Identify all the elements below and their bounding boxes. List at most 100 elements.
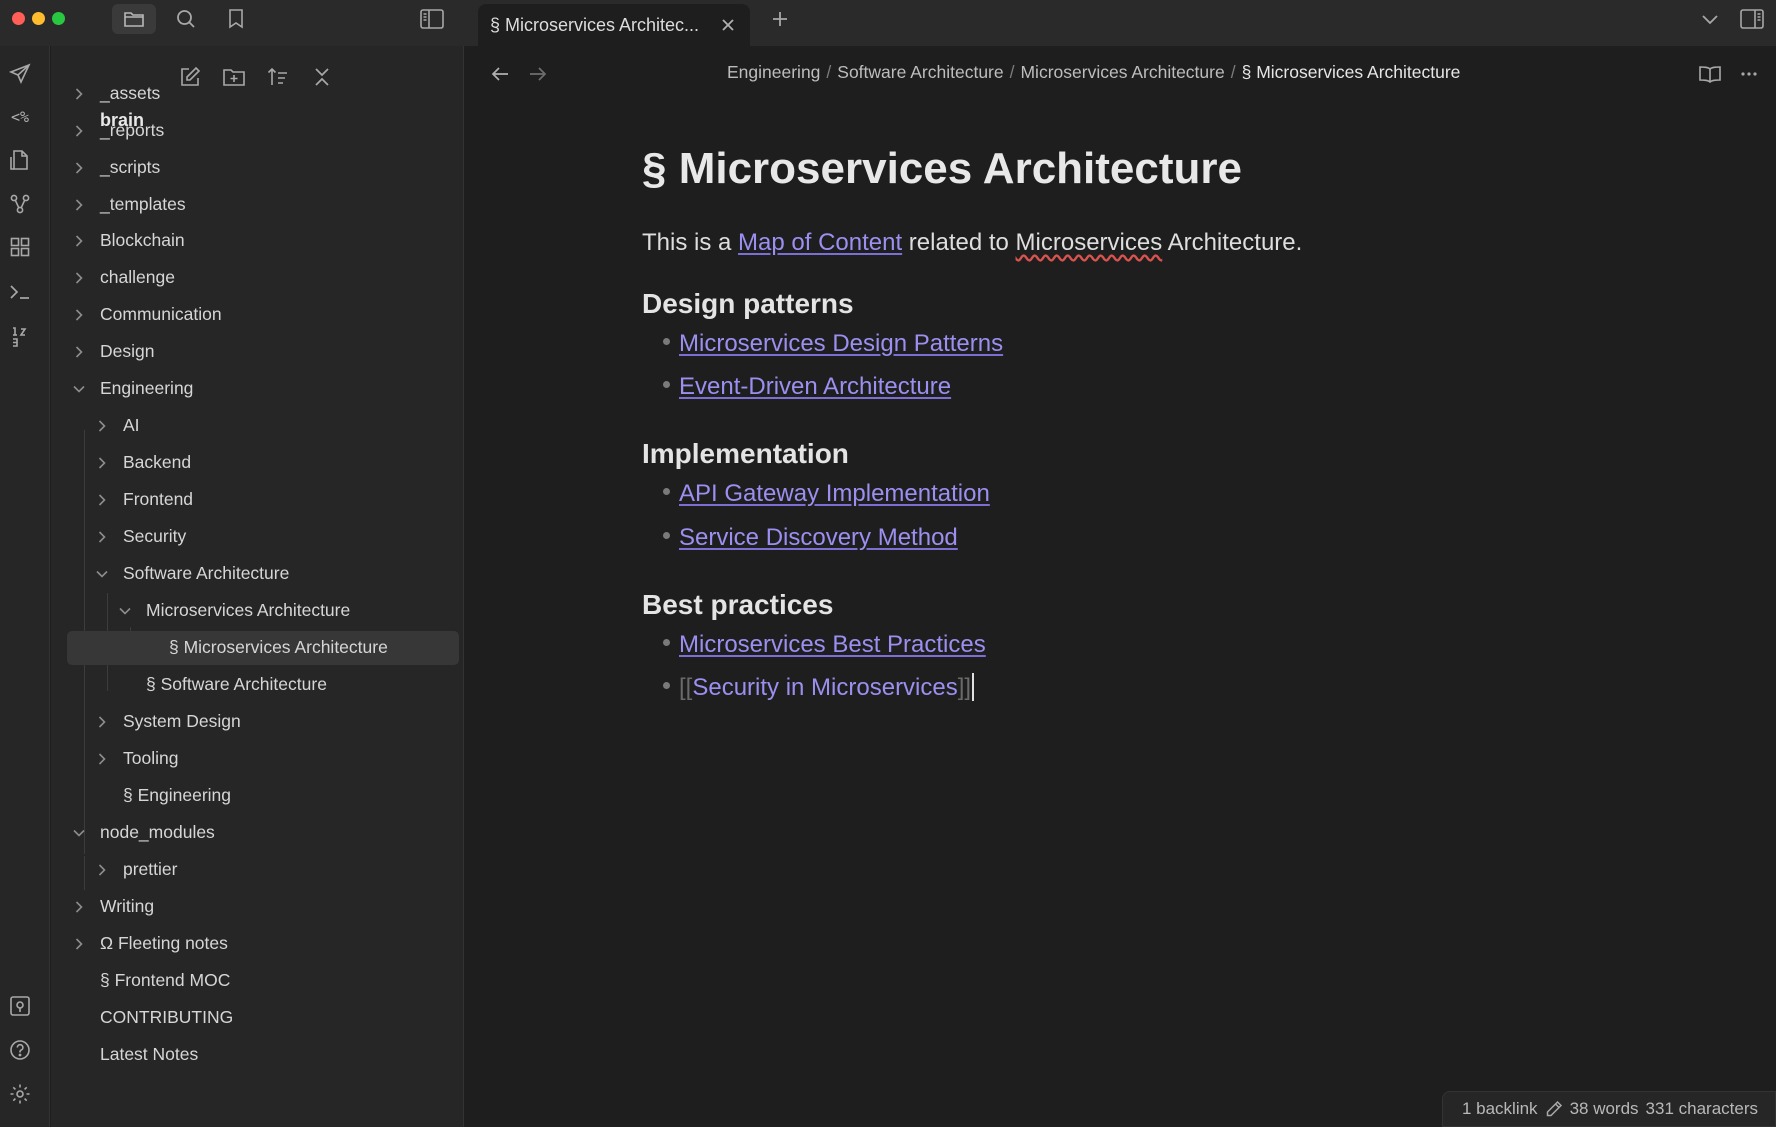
tree-folder[interactable]: Communication	[51, 298, 451, 332]
tab-microservices-architecture[interactable]: § Microservices Architec...	[478, 4, 750, 46]
graph-view-button[interactable]	[6, 190, 34, 218]
tree-folder[interactable]: System Design	[51, 705, 451, 739]
tab-list-button[interactable]	[1688, 4, 1732, 34]
right-sidebar-icon	[1740, 9, 1764, 29]
tree-file[interactable]: § Microservices Architecture	[67, 631, 459, 665]
chevron-right-icon[interactable]	[71, 123, 87, 139]
breadcrumb-item[interactable]: Microservices Architecture	[1020, 62, 1224, 82]
tab-close-button[interactable]	[716, 13, 740, 37]
sidebar-toggle-icon	[420, 9, 444, 29]
tree-folder[interactable]: Design	[51, 335, 451, 369]
tree-folder[interactable]: _scripts	[51, 151, 451, 185]
canvas-button[interactable]	[6, 233, 34, 261]
tree-file[interactable]: § Engineering	[51, 779, 451, 813]
toggle-left-sidebar-button[interactable]	[410, 4, 454, 34]
tree-folder[interactable]: _assets	[51, 77, 451, 111]
tree-folder[interactable]: node_modules	[51, 816, 451, 850]
chevron-right-icon[interactable]	[71, 344, 87, 360]
new-tab-button[interactable]	[758, 4, 802, 34]
open-note-button[interactable]	[6, 146, 34, 174]
pencil-icon[interactable]	[1545, 1100, 1563, 1118]
chevron-right-icon[interactable]	[71, 270, 87, 286]
tree-folder[interactable]: AI	[51, 409, 451, 443]
note-link[interactable]: Microservices Design Patterns	[679, 330, 1003, 357]
search-button[interactable]	[164, 4, 208, 34]
bookmarks-button[interactable]	[214, 4, 258, 34]
tree-file[interactable]: Latest Notes	[51, 1038, 451, 1072]
chevron-right-icon[interactable]	[71, 197, 87, 213]
chevron-right-icon[interactable]	[71, 307, 87, 323]
navigate-back-button[interactable]	[486, 60, 514, 88]
chevron-right-icon[interactable]	[94, 714, 110, 730]
tree-folder[interactable]: Tooling	[51, 742, 451, 776]
maximize-window-button[interactable]	[52, 12, 65, 25]
wikilink-text[interactable]: Security in Microservices	[692, 674, 957, 701]
tree-folder[interactable]: challenge	[51, 261, 451, 295]
note-link[interactable]: Event-Driven Architecture	[679, 373, 951, 400]
numbered-list-button[interactable]	[6, 322, 34, 350]
navigate-forward-button[interactable]	[524, 60, 552, 88]
breadcrumb-item[interactable]: Software Architecture	[837, 62, 1003, 82]
reading-view-button[interactable]	[1696, 60, 1724, 88]
help-button[interactable]	[6, 1036, 34, 1064]
settings-button[interactable]	[6, 1080, 34, 1108]
toggle-right-sidebar-button[interactable]	[1730, 4, 1774, 34]
map-of-content-link[interactable]: Map of Content	[738, 229, 902, 256]
tree-item-label: _reports	[100, 120, 165, 140]
chevron-right-icon[interactable]	[94, 529, 110, 545]
tree-folder[interactable]: Ω Fleeting notes	[51, 927, 451, 961]
chevron-right-icon[interactable]	[94, 455, 110, 471]
bullet	[663, 338, 670, 346]
tree-folder[interactable]: Microservices Architecture	[51, 594, 451, 628]
list-item: Event-Driven Architecture	[663, 373, 951, 401]
tree-folder[interactable]: _templates	[51, 188, 451, 222]
tree-file[interactable]: CONTRIBUTING	[51, 1001, 451, 1035]
tree-folder[interactable]: Writing	[51, 890, 451, 924]
chevron-right-icon[interactable]	[94, 862, 110, 878]
tree-folder[interactable]: prettier	[51, 853, 451, 887]
tree-item-label: _templates	[100, 194, 186, 214]
tree-item-label: _assets	[100, 83, 161, 103]
note-link[interactable]: Service Discovery Method	[679, 524, 958, 551]
tree-folder[interactable]: _reports	[51, 114, 451, 148]
chevron-right-icon[interactable]	[71, 936, 87, 952]
publish-button[interactable]	[6, 60, 34, 88]
chevron-right-icon[interactable]	[94, 418, 110, 434]
chevron-right-icon[interactable]	[94, 751, 110, 767]
tree-folder[interactable]: Backend	[51, 446, 451, 480]
chevron-right-icon[interactable]	[71, 233, 87, 249]
chevron-right-icon[interactable]	[94, 492, 110, 508]
tree-item-label: § Microservices Architecture	[169, 637, 388, 657]
minimize-window-button[interactable]	[32, 12, 45, 25]
list-item-editing[interactable]: [[Security in Microservices]]	[663, 672, 975, 703]
close-window-button[interactable]	[12, 12, 25, 25]
chevron-down-icon[interactable]	[71, 825, 87, 841]
note-link[interactable]: API Gateway Implementation	[679, 480, 990, 507]
tree-folder[interactable]: Blockchain	[51, 224, 451, 258]
tree-folder[interactable]: Security	[51, 520, 451, 554]
tree-folder[interactable]: Frontend	[51, 483, 451, 517]
backlink-count[interactable]: 1 backlink	[1462, 1099, 1538, 1119]
breadcrumb-current[interactable]: § Microservices Architecture	[1242, 62, 1461, 82]
tree-file[interactable]: § Software Architecture	[51, 668, 451, 702]
chevron-right-icon[interactable]	[71, 86, 87, 102]
chevron-right-icon[interactable]	[71, 160, 87, 176]
chevron-down-icon[interactable]	[117, 603, 133, 619]
templater-button[interactable]: <%	[6, 103, 34, 131]
breadcrumb-item[interactable]: Engineering	[727, 62, 820, 82]
more-options-button[interactable]	[1735, 60, 1763, 88]
tree-file[interactable]: § Frontend MOC	[51, 964, 451, 998]
tree-folder[interactable]: Engineering	[51, 372, 451, 406]
note-link[interactable]: Microservices Best Practices	[679, 631, 986, 658]
close-icon	[722, 19, 734, 31]
file-explorer-button[interactable]	[112, 4, 156, 34]
chevron-down-icon[interactable]	[71, 381, 87, 397]
tree-item-label: Engineering	[100, 378, 194, 398]
send-icon	[9, 63, 31, 84]
vault-switcher-button[interactable]	[6, 992, 34, 1020]
chevron-right-icon[interactable]	[71, 899, 87, 915]
command-palette-button[interactable]	[6, 278, 34, 306]
section-heading: Design patterns	[642, 288, 854, 319]
chevron-down-icon[interactable]	[94, 566, 110, 582]
tree-folder[interactable]: Software Architecture	[51, 557, 451, 591]
